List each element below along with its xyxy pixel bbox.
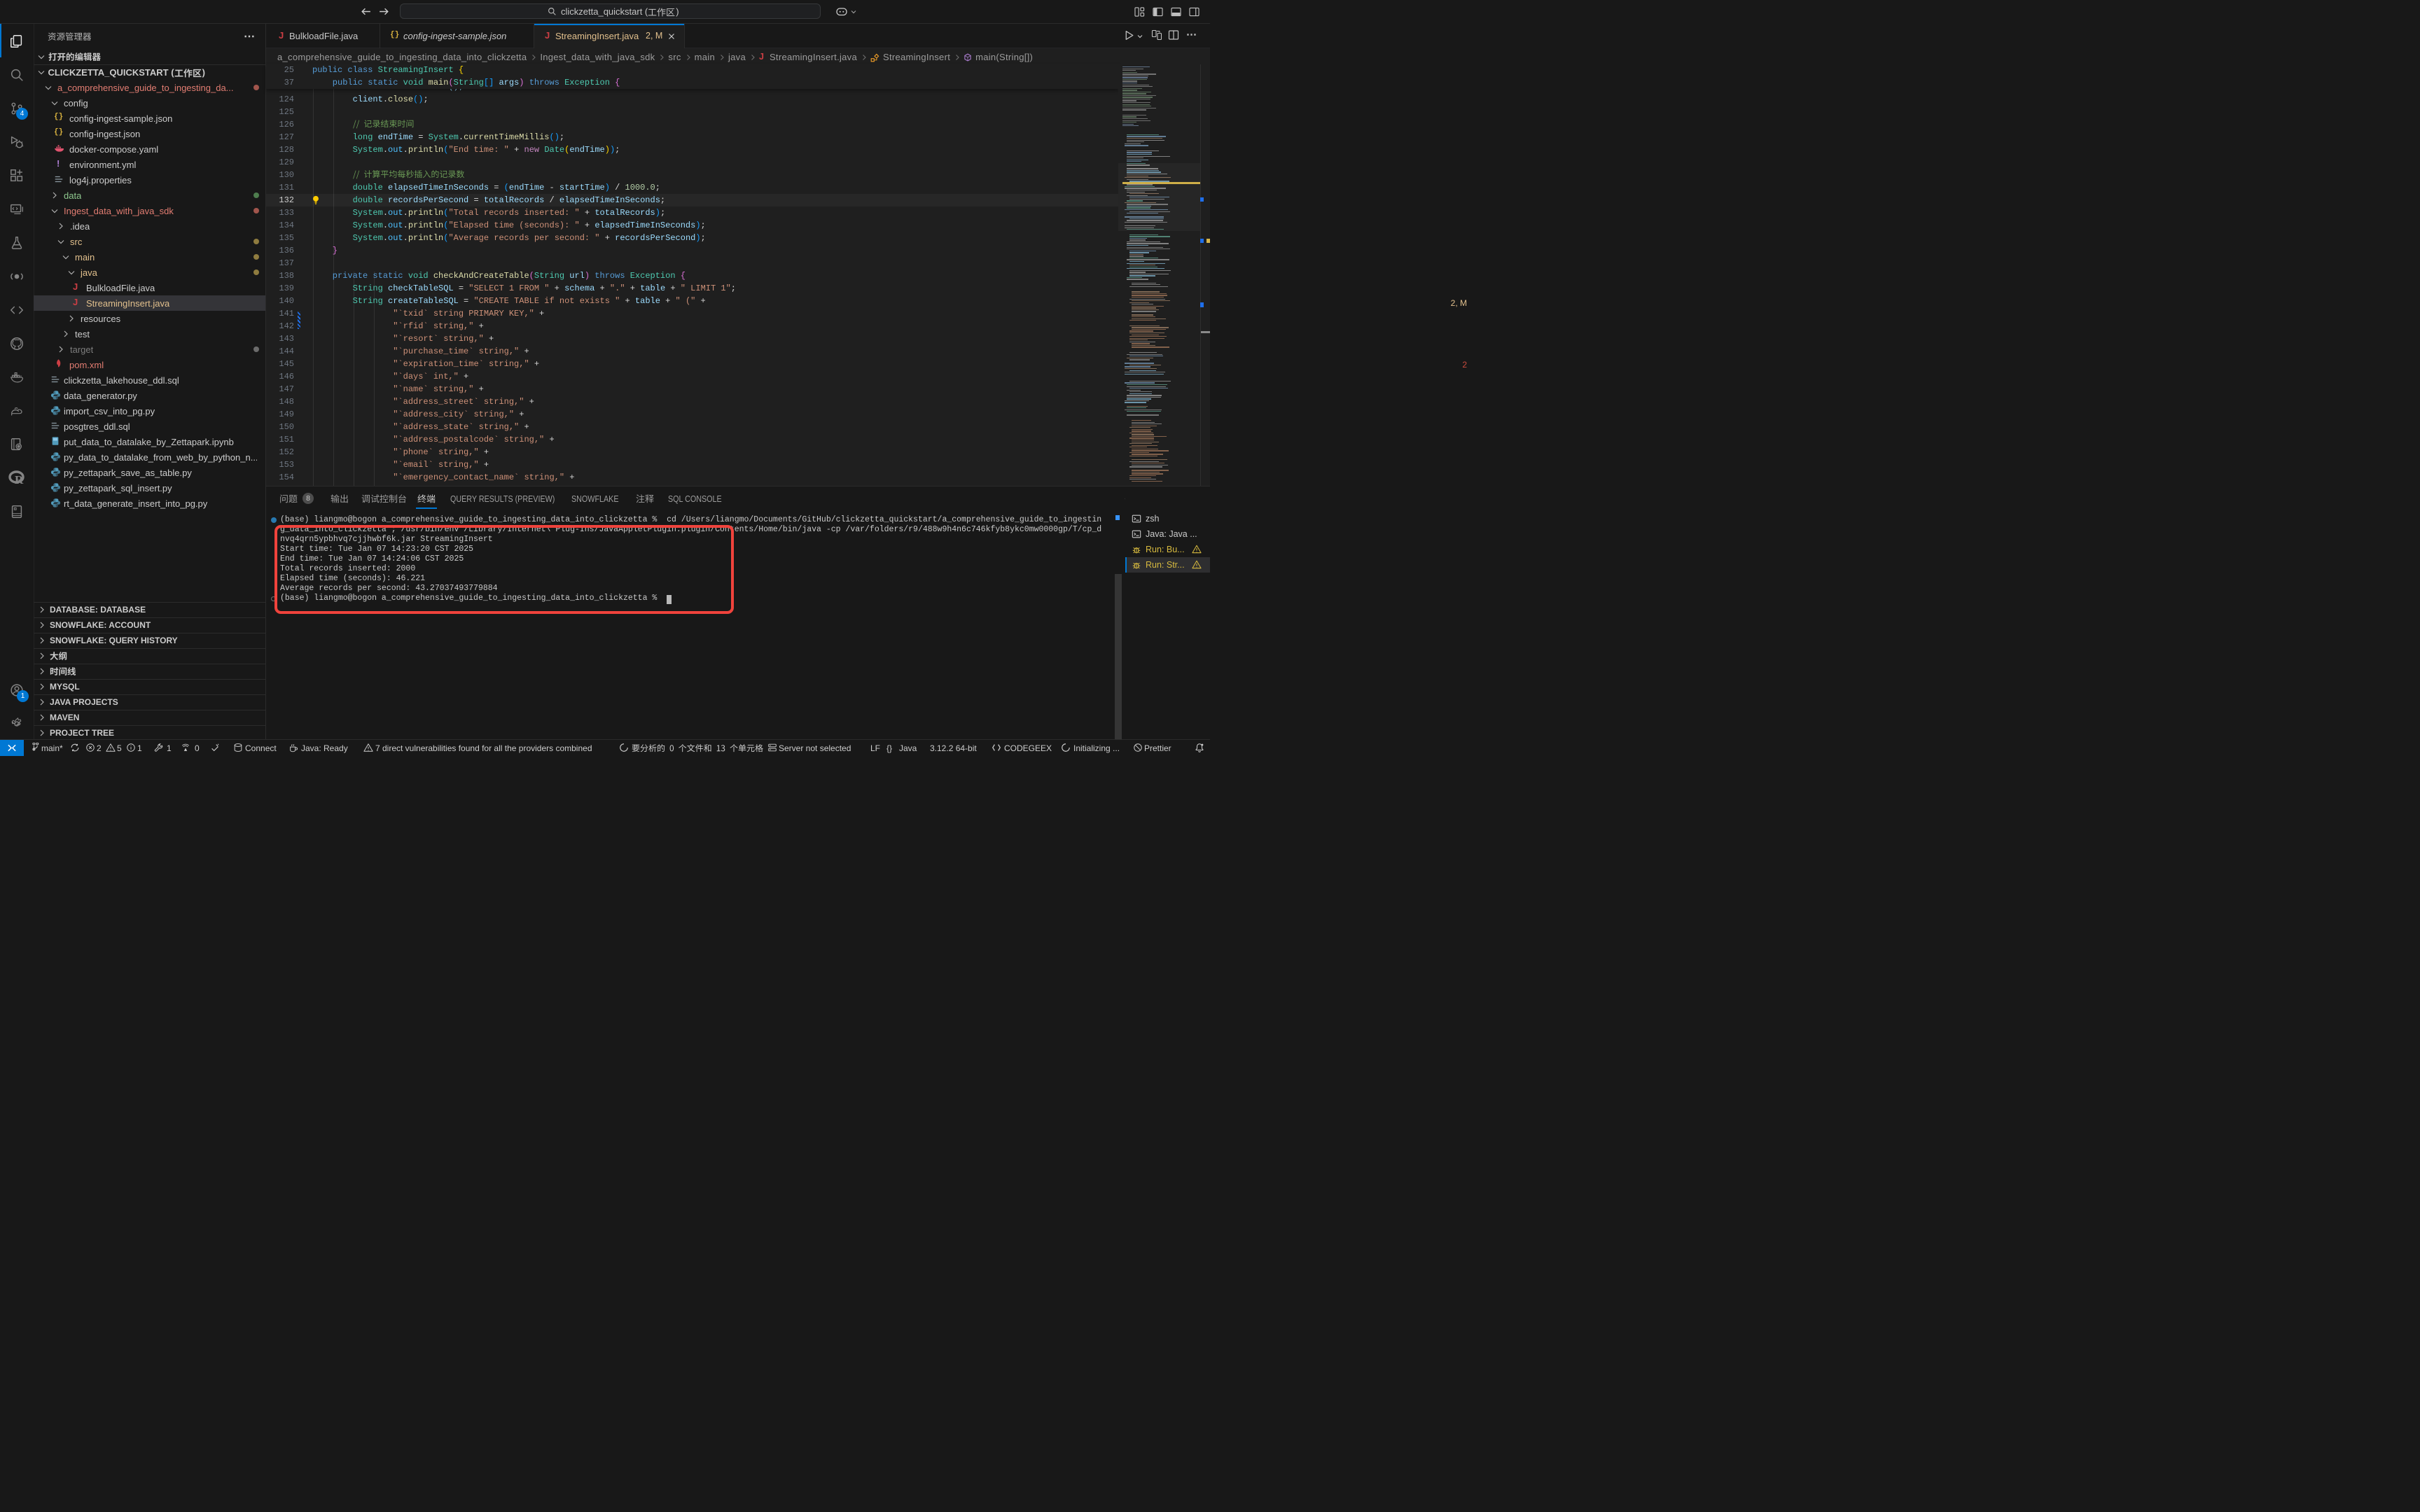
svg-text:R: R [15,473,24,486]
